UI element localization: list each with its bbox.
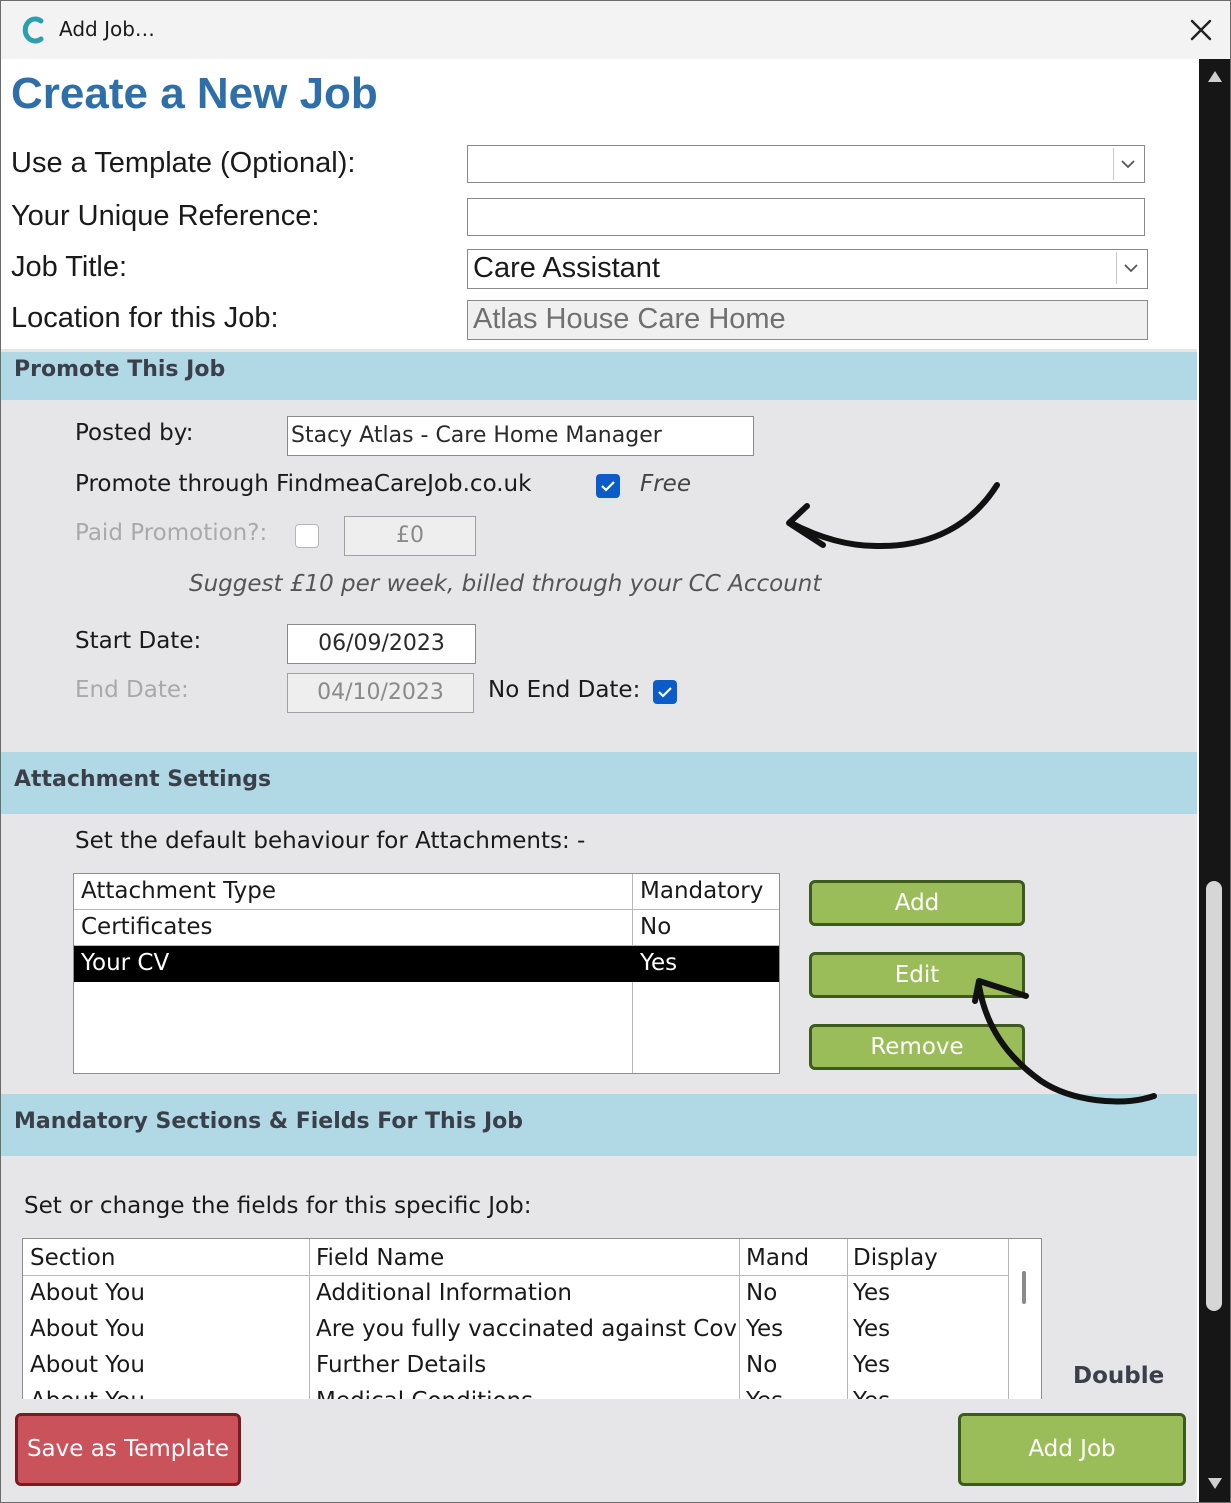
arrow-to-edit-icon — [972, 978, 1157, 1105]
add-job-window: Add Job… Create a New Job Use a Template… — [0, 0, 1231, 1503]
annotation-arrows — [786, 482, 1157, 1105]
arrow-to-promote-icon — [786, 482, 1000, 550]
